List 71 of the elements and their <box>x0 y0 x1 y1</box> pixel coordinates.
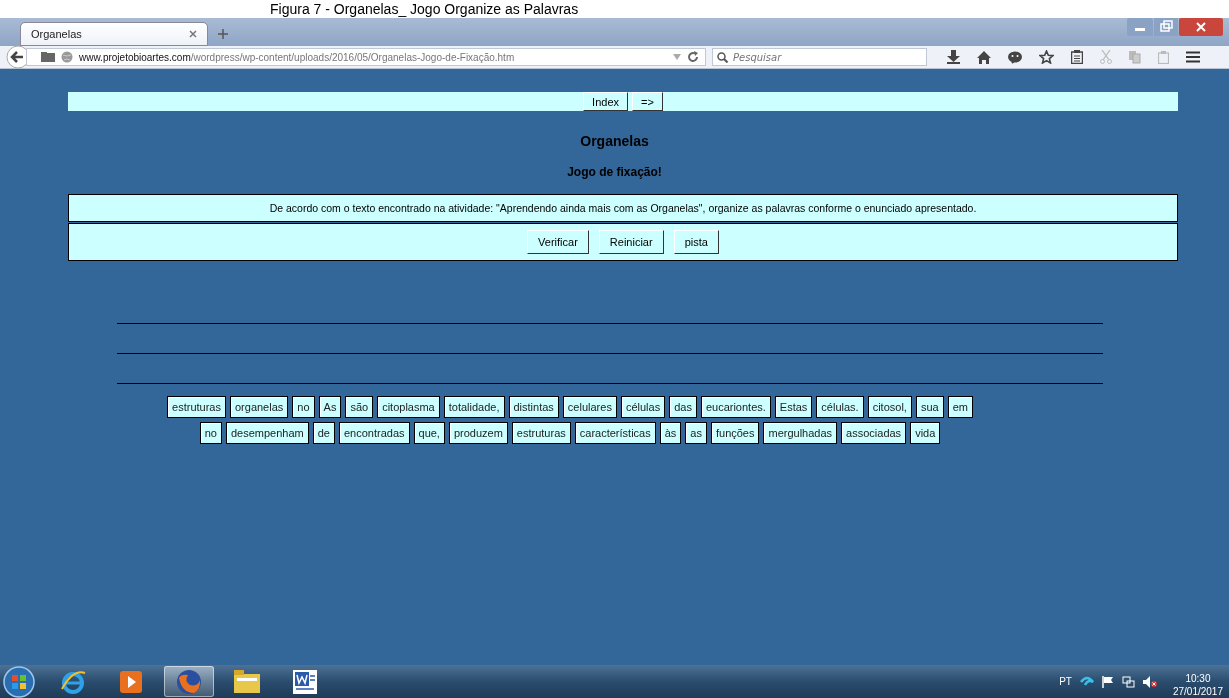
swirl-icon[interactable] <box>1079 675 1094 688</box>
word-tile[interactable]: células. <box>816 396 864 418</box>
browser-tab[interactable]: Organelas <box>20 22 208 46</box>
word-tile[interactable]: estruturas <box>167 396 226 418</box>
taskbar-app[interactable] <box>164 666 214 697</box>
download-icon[interactable] <box>947 50 960 64</box>
word-tile[interactable]: citoplasma <box>377 396 440 418</box>
url-text: www.projetobioartes.com/wordpress/wp-content/uploads/2016/05/Organelas-Jogo-de-Fixação.htm <box>79 51 515 63</box>
word-tile[interactable]: eucariontes. <box>700 396 771 418</box>
word-tile[interactable]: funções <box>710 422 760 444</box>
word-tile[interactable]: células <box>620 396 666 418</box>
page-subtitle: Jogo de fixação! <box>566 164 663 180</box>
word-tile[interactable]: distintas <box>508 396 559 418</box>
folder-icon <box>234 669 260 694</box>
word-tile[interactable]: no <box>292 396 315 418</box>
figure-caption: Figura 7 - Organelas_ Jogo Organize as Palavras <box>270 0 579 18</box>
chat-icon[interactable] <box>1008 50 1022 64</box>
word-tile[interactable]: estruturas <box>511 422 571 444</box>
home-icon[interactable] <box>977 50 991 64</box>
action-button[interactable]: Reiniciar <box>598 230 664 254</box>
action-button[interactable]: Verificar <box>527 230 589 254</box>
word-tile[interactable]: das <box>669 396 697 418</box>
word-tile[interactable]: As <box>318 396 342 418</box>
network-icon[interactable] <box>1121 675 1135 688</box>
nav-button[interactable]: => <box>632 92 663 111</box>
flag-icon[interactable] <box>1101 675 1114 688</box>
word-tile[interactable]: Estas <box>774 396 813 418</box>
word-tile[interactable]: características <box>574 422 656 444</box>
language-indicator[interactable]: PT <box>1059 676 1072 687</box>
folder-icon <box>41 52 55 62</box>
word-tile[interactable]: de <box>312 422 335 444</box>
instruction-text: De acordo com o texto encontrado na atividade: "Aprendendo ainda mais com as Organelas", organize as palavras conforme o enunciado apresentado. <box>269 202 977 214</box>
word-tile[interactable]: totalidade, <box>443 396 505 418</box>
reload-icon[interactable] <box>687 51 699 63</box>
star-icon[interactable] <box>1039 50 1054 64</box>
word-tile[interactable]: são <box>345 396 374 418</box>
word-tile[interactable]: desempenham <box>225 422 309 444</box>
page-title: Organelas <box>579 132 650 150</box>
close-icon[interactable] <box>189 30 197 38</box>
action-button[interactable]: pista <box>673 230 719 254</box>
clipboard-icon[interactable] <box>1071 50 1083 64</box>
word-tile[interactable]: em <box>947 396 973 418</box>
menu-icon[interactable] <box>1186 51 1200 63</box>
word-tile[interactable]: produzem <box>448 422 508 444</box>
letter-e-icon <box>60 668 86 695</box>
close-icon[interactable] <box>1179 18 1223 36</box>
word-tile[interactable]: celulares <box>562 396 617 418</box>
word-tile[interactable]: encontradas <box>338 422 410 444</box>
word-tile[interactable]: as <box>685 422 707 444</box>
word-tile[interactable]: associadas <box>841 422 907 444</box>
nav-button[interactable]: Index <box>583 92 629 111</box>
new-tab-icon[interactable] <box>218 29 228 39</box>
start-orb-icon[interactable] <box>2 665 36 698</box>
document-icon <box>293 669 317 694</box>
word-tile[interactable]: no <box>199 422 222 444</box>
address-bar[interactable]: www.projetobioartes.com/wordpress/wp-content/uploads/2016/05/Organelas-Jogo-de-Fixação.htm <box>26 48 706 66</box>
word-tile[interactable]: sua <box>915 396 944 418</box>
play-icon <box>120 670 142 693</box>
globe-icon <box>61 51 73 63</box>
globe-fox-icon <box>176 668 202 695</box>
word-tile[interactable]: vida <box>910 422 941 444</box>
word-tile[interactable]: mergulhadas <box>763 422 838 444</box>
word-tile[interactable]: citosol, <box>867 396 912 418</box>
clock-time[interactable]: 10:30 <box>1185 671 1211 685</box>
word-tile[interactable]: às <box>659 422 682 444</box>
clock-date[interactable]: 27/01/2017 <box>1172 684 1223 698</box>
muted-speaker-icon[interactable] <box>1142 675 1157 688</box>
word-tile[interactable]: que, <box>413 422 445 444</box>
word-tile[interactable]: organelas <box>230 396 289 418</box>
minimize-icon[interactable] <box>1127 18 1153 36</box>
search-field[interactable]: Pesquisar <box>712 48 927 66</box>
